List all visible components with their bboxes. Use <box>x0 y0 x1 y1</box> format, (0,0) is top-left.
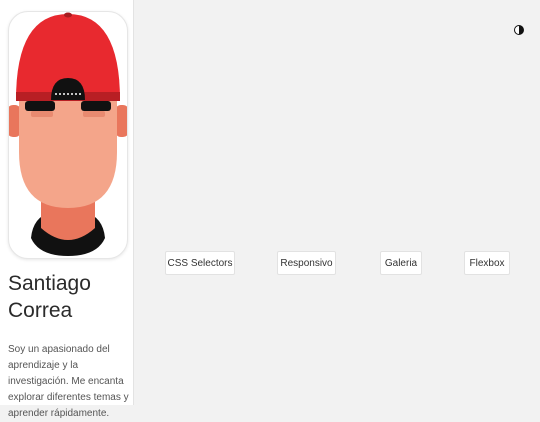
cap-button <box>64 12 72 18</box>
avatar-illustration <box>9 12 127 256</box>
profile-last-name: Correa <box>8 299 73 322</box>
profile-sidebar: Santiago Correa Soy un apasionado del ap… <box>0 0 134 419</box>
css-selectors-button[interactable]: CSS Selectors <box>165 251 235 275</box>
profile-name: Santiago Correa <box>8 270 128 324</box>
galeria-button[interactable]: Galeria <box>380 251 422 275</box>
responsivo-button[interactable]: Responsivo <box>277 251 336 275</box>
flexbox-button[interactable]: Flexbox <box>464 251 510 275</box>
profile-bio: Soy un apasionado del aprendizaje y la i… <box>8 344 129 419</box>
theme-toggle-half-circle-icon[interactable] <box>514 25 524 35</box>
profile-first-name: Santiago <box>8 272 91 295</box>
right-eye <box>81 101 111 111</box>
left-eye <box>25 101 55 111</box>
left-eye-shadow <box>31 111 53 117</box>
avatar <box>8 11 128 259</box>
right-eye-shadow <box>83 111 105 117</box>
